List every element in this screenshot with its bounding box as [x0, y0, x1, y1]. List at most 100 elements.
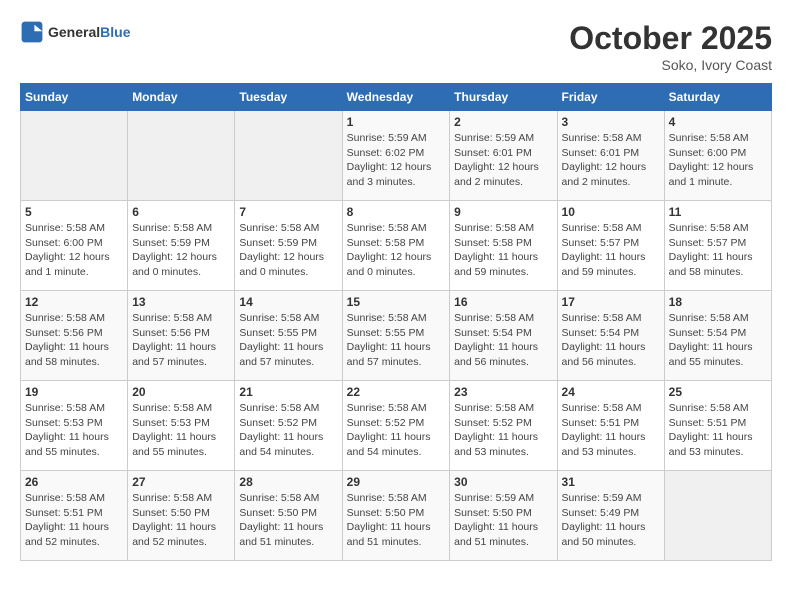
- day-info: Sunrise: 5:59 AMSunset: 5:49 PMDaylight:…: [562, 491, 660, 550]
- calendar-cell: 31Sunrise: 5:59 AMSunset: 5:49 PMDayligh…: [557, 471, 664, 561]
- week-row-4: 19 Sunrise: 5:58 AMSunset: 5:53 PMDayligh…: [21, 381, 772, 471]
- calendar-cell: 7 Sunrise: 5:58 AMSunset: 5:59 PMDaylight…: [235, 201, 342, 291]
- calendar-cell: [664, 471, 771, 561]
- day-info: Sunrise: 5:58 AMSunset: 5:55 PMDaylight:…: [347, 311, 446, 370]
- calendar-cell: 17 Sunrise: 5:58 AMSunset: 5:54 PMDayligh…: [557, 291, 664, 381]
- day-number: 13: [132, 295, 230, 309]
- calendar-cell: 14Sunrise: 5:58 AMSunset: 5:55 PMDayligh…: [235, 291, 342, 381]
- day-number: 15: [347, 295, 446, 309]
- header-sunday: Sunday: [21, 84, 128, 111]
- page-header: GeneralBlue October 2025 Soko, Ivory Coa…: [20, 20, 772, 73]
- calendar-cell: [21, 111, 128, 201]
- day-number: 9: [454, 205, 552, 219]
- day-info: Sunrise: 5:58 AMSunset: 5:58 PMDaylight:…: [454, 221, 552, 280]
- calendar-cell: 29Sunrise: 5:58 AMSunset: 5:50 PMDayligh…: [342, 471, 450, 561]
- calendar-cell: 15 Sunrise: 5:58 AMSunset: 5:55 PMDayligh…: [342, 291, 450, 381]
- week-row-1: 1 Sunrise: 5:59 AMSunset: 6:02 PMDaylight…: [21, 111, 772, 201]
- day-info: Sunrise: 5:58 AMSunset: 5:55 PMDaylight:…: [239, 311, 337, 370]
- day-number: 24: [562, 385, 660, 399]
- day-info: Sunrise: 5:58 AMSunset: 5:50 PMDaylight:…: [239, 491, 337, 550]
- calendar-cell: 5 Sunrise: 5:58 AMSunset: 6:00 PMDaylight…: [21, 201, 128, 291]
- day-number: 6: [132, 205, 230, 219]
- calendar-cell: 27 Sunrise: 5:58 AMSunset: 5:50 PMDayligh…: [128, 471, 235, 561]
- calendar-cell: [235, 111, 342, 201]
- day-info: Sunrise: 5:59 AMSunset: 6:02 PMDaylight:…: [347, 131, 446, 190]
- day-number: 27: [132, 475, 230, 489]
- day-info: Sunrise: 5:58 AMSunset: 5:59 PMDaylight:…: [132, 221, 230, 280]
- day-info: Sunrise: 5:58 AMSunset: 5:51 PMDaylight:…: [669, 401, 767, 460]
- logo-general: General: [48, 24, 100, 40]
- calendar-cell: 18Sunrise: 5:58 AMSunset: 5:54 PMDayligh…: [664, 291, 771, 381]
- calendar-cell: 21 Sunrise: 5:58 AMSunset: 5:52 PMDayligh…: [235, 381, 342, 471]
- logo-icon: [20, 20, 44, 44]
- day-info: Sunrise: 5:58 AMSunset: 5:52 PMDaylight:…: [454, 401, 552, 460]
- day-info: Sunrise: 5:58 AMSunset: 5:58 PMDaylight:…: [347, 221, 446, 280]
- day-info: Sunrise: 5:58 AMSunset: 5:56 PMDaylight:…: [132, 311, 230, 370]
- week-row-2: 5 Sunrise: 5:58 AMSunset: 6:00 PMDaylight…: [21, 201, 772, 291]
- week-row-3: 12 Sunrise: 5:58 AMSunset: 5:56 PMDayligh…: [21, 291, 772, 381]
- calendar-cell: 13 Sunrise: 5:58 AMSunset: 5:56 PMDayligh…: [128, 291, 235, 381]
- day-number: 20: [132, 385, 230, 399]
- header-wednesday: Wednesday: [342, 84, 450, 111]
- calendar-cell: 16 Sunrise: 5:58 AMSunset: 5:54 PMDayligh…: [450, 291, 557, 381]
- month-title: October 2025: [569, 20, 772, 57]
- day-number: 4: [669, 115, 767, 129]
- day-number: 23: [454, 385, 552, 399]
- day-info: Sunrise: 5:58 AMSunset: 6:00 PMDaylight:…: [669, 131, 767, 190]
- day-number: 26: [25, 475, 123, 489]
- day-info: Sunrise: 5:58 AMSunset: 5:51 PMDaylight:…: [562, 401, 660, 460]
- day-info: Sunrise: 5:58 AMSunset: 5:54 PMDaylight:…: [454, 311, 552, 370]
- calendar-cell: 12 Sunrise: 5:58 AMSunset: 5:56 PMDayligh…: [21, 291, 128, 381]
- calendar-cell: 19 Sunrise: 5:58 AMSunset: 5:53 PMDayligh…: [21, 381, 128, 471]
- calendar-cell: 6 Sunrise: 5:58 AMSunset: 5:59 PMDaylight…: [128, 201, 235, 291]
- calendar-table: SundayMondayTuesdayWednesdayThursdayFrid…: [20, 83, 772, 561]
- day-info: Sunrise: 5:58 AMSunset: 5:59 PMDaylight:…: [239, 221, 337, 280]
- calendar-cell: 30 Sunrise: 5:59 AMSunset: 5:50 PMDayligh…: [450, 471, 557, 561]
- day-number: 30: [454, 475, 552, 489]
- day-info: Sunrise: 5:58 AMSunset: 5:54 PMDaylight:…: [562, 311, 660, 370]
- calendar-cell: 9 Sunrise: 5:58 AMSunset: 5:58 PMDaylight…: [450, 201, 557, 291]
- day-number: 22: [347, 385, 446, 399]
- day-number: 8: [347, 205, 446, 219]
- calendar-cell: 28 Sunrise: 5:58 AMSunset: 5:50 PMDayligh…: [235, 471, 342, 561]
- header-thursday: Thursday: [450, 84, 557, 111]
- day-info: Sunrise: 5:58 AMSunset: 5:53 PMDaylight:…: [25, 401, 123, 460]
- calendar-cell: 3Sunrise: 5:58 AMSunset: 6:01 PMDaylight…: [557, 111, 664, 201]
- day-number: 11: [669, 205, 767, 219]
- day-number: 1: [347, 115, 446, 129]
- day-number: 19: [25, 385, 123, 399]
- day-info: Sunrise: 5:59 AMSunset: 5:50 PMDaylight:…: [454, 491, 552, 550]
- header-tuesday: Tuesday: [235, 84, 342, 111]
- day-number: 17: [562, 295, 660, 309]
- day-info: Sunrise: 5:58 AMSunset: 5:56 PMDaylight:…: [25, 311, 123, 370]
- day-info: Sunrise: 5:58 AMSunset: 5:57 PMDaylight:…: [669, 221, 767, 280]
- calendar-cell: 26Sunrise: 5:58 AMSunset: 5:51 PMDayligh…: [21, 471, 128, 561]
- calendar-cell: 4 Sunrise: 5:58 AMSunset: 6:00 PMDaylight…: [664, 111, 771, 201]
- calendar-cell: 8 Sunrise: 5:58 AMSunset: 5:58 PMDaylight…: [342, 201, 450, 291]
- header-saturday: Saturday: [664, 84, 771, 111]
- calendar-cell: 24 Sunrise: 5:58 AMSunset: 5:51 PMDayligh…: [557, 381, 664, 471]
- calendar-cell: 1 Sunrise: 5:59 AMSunset: 6:02 PMDaylight…: [342, 111, 450, 201]
- day-number: 7: [239, 205, 337, 219]
- day-number: 28: [239, 475, 337, 489]
- day-number: 21: [239, 385, 337, 399]
- calendar-cell: 20Sunrise: 5:58 AMSunset: 5:53 PMDayligh…: [128, 381, 235, 471]
- calendar-cell: 22Sunrise: 5:58 AMSunset: 5:52 PMDayligh…: [342, 381, 450, 471]
- calendar-cell: 23 Sunrise: 5:58 AMSunset: 5:52 PMDayligh…: [450, 381, 557, 471]
- day-number: 5: [25, 205, 123, 219]
- day-number: 18: [669, 295, 767, 309]
- day-number: 12: [25, 295, 123, 309]
- day-info: Sunrise: 5:58 AMSunset: 5:50 PMDaylight:…: [132, 491, 230, 550]
- day-info: Sunrise: 5:58 AMSunset: 5:50 PMDaylight:…: [347, 491, 446, 550]
- day-number: 2: [454, 115, 552, 129]
- day-info: Sunrise: 5:58 AMSunset: 6:01 PMDaylight:…: [562, 131, 660, 190]
- day-info: Sunrise: 5:58 AMSunset: 5:52 PMDaylight:…: [239, 401, 337, 460]
- calendar-cell: 25Sunrise: 5:58 AMSunset: 5:51 PMDayligh…: [664, 381, 771, 471]
- location: Soko, Ivory Coast: [569, 57, 772, 73]
- calendar-cell: 11 Sunrise: 5:58 AMSunset: 5:57 PMDayligh…: [664, 201, 771, 291]
- day-number: 16: [454, 295, 552, 309]
- day-number: 10: [562, 205, 660, 219]
- day-info: Sunrise: 5:58 AMSunset: 6:00 PMDaylight:…: [25, 221, 123, 280]
- calendar-cell: [128, 111, 235, 201]
- header-friday: Friday: [557, 84, 664, 111]
